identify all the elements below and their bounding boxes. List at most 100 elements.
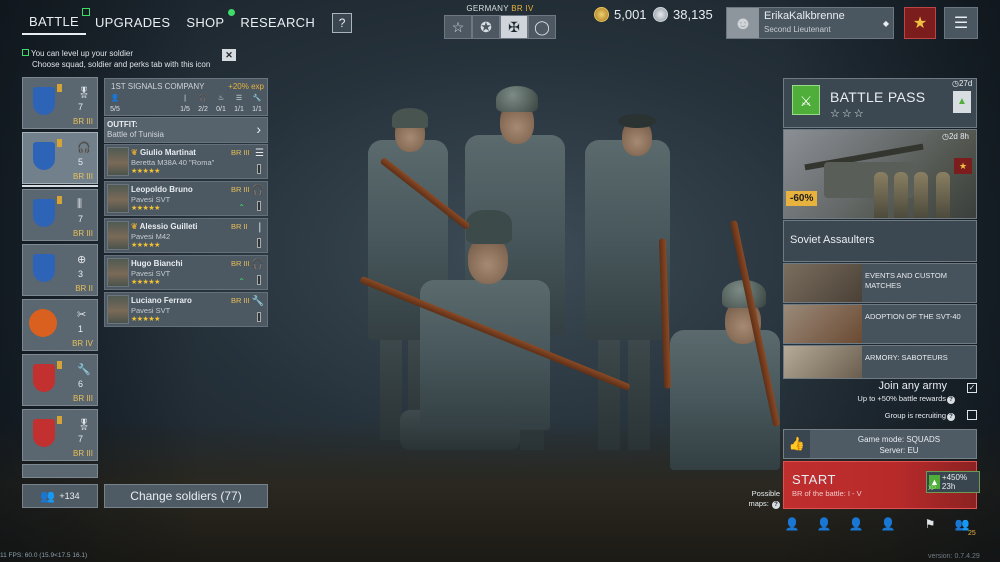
squad-card-5[interactable]: ✂ 1 BR IV (22, 299, 98, 351)
campaign-switcher: GERMANY BR IV ☆ ✪ ✠ ◯ (444, 4, 556, 39)
group-recruiting-checkbox[interactable] (967, 410, 977, 420)
thumbs-up-icon[interactable]: 👍 (784, 430, 810, 458)
soldier-row[interactable]: ❦ Giulio Martinat Beretta M38A 40 "Roma"… (104, 144, 268, 179)
level-up-arrow-icon: ⌃ (238, 203, 245, 212)
squad-card-4[interactable]: ⊕ 3 BR II (22, 244, 98, 296)
add-friend-icon[interactable]: 👤 (783, 517, 801, 533)
star-outline-icon[interactable]: ☆ (444, 15, 472, 39)
rank-badge-icon[interactable]: ★ (904, 7, 936, 39)
change-soldiers-button[interactable]: Change soldiers (77) (104, 484, 268, 508)
add-soldier-button[interactable]: 👥 +134 (22, 484, 98, 508)
news-thumbnail (784, 346, 862, 378)
medal-icon (57, 139, 62, 147)
silver-currency[interactable]: 38,135 (653, 7, 713, 22)
offer-banner[interactable]: -60% ★ (783, 129, 977, 219)
tab-research[interactable]: RESEARCH (233, 11, 322, 34)
chevron-right-icon: › (256, 121, 261, 137)
fire-icon: ♨ (217, 95, 225, 102)
battle-pass-title: BATTLE PASS (830, 89, 926, 105)
squad-divider (22, 185, 98, 187)
add-friend-icon[interactable]: 👤 (815, 517, 833, 533)
headset-icon: 🎧 (251, 185, 264, 196)
banner-art (936, 172, 950, 218)
soldier-row[interactable]: Hugo Bianchi Pavesi SVT ★★★★★ BR III 🎧 ⌃ (104, 255, 268, 290)
squad-emblem-icon (33, 87, 55, 115)
battle-br-label: BR of the battle: I - V (792, 489, 862, 498)
news-item[interactable]: EVENTS AND CUSTOM MATCHES (783, 263, 977, 303)
soldier-portrait (107, 295, 129, 324)
iron-cross-icon[interactable]: ✠ (500, 15, 528, 39)
squad-count: 6 (78, 379, 84, 389)
help-button[interactable]: ? (332, 12, 353, 33)
offer-name[interactable]: Soviet Assaulters (783, 220, 977, 262)
player-name: ErikaKalkbrenne (764, 10, 845, 22)
medal-icon (57, 416, 62, 424)
battle-pass-timer: ◷27d (952, 79, 973, 88)
bullet-icon: ❘ (255, 222, 264, 233)
soldier-row[interactable]: Luciano Ferraro Pavesi SVT ★★★★★ BR III … (104, 292, 268, 327)
stat-wrench: 🔧 1/1 (247, 93, 267, 115)
flag-icon[interactable]: ⚑ (921, 517, 939, 533)
squad-emblem-icon (33, 419, 55, 447)
outfit-selector[interactable]: OUTFIT: Battle of Tunisia › (104, 117, 268, 143)
soldier-portrait (107, 258, 129, 287)
nation-br: BR IV (511, 4, 534, 13)
help-icon[interactable]: ? (947, 413, 955, 421)
list-icon: ☰ (235, 95, 243, 102)
game-mode-panel[interactable]: 👍 Game mode: SQUADS Server: EU (783, 429, 977, 459)
squad-card-2[interactable]: 🎧 5 BR III (22, 132, 98, 184)
squad-card-1[interactable]: 🎖 7 BR III (22, 77, 98, 129)
wrench-icon: 🔧 (77, 364, 91, 376)
star-circle-icon[interactable]: ✪ (472, 15, 500, 39)
battle-pass-stars: ☆☆☆ (830, 108, 866, 120)
tab-battle[interactable]: BATTLE (22, 8, 90, 35)
menu-button[interactable]: ☰ (944, 7, 978, 39)
game-mode-label: Game mode: SQUADS (857, 435, 941, 444)
squad-count: 7 (78, 434, 84, 444)
clock-icon: ◷ (942, 132, 949, 141)
profile-button[interactable]: ☻ ErikaKalkbrenne Second Lieutenant ◆ (726, 7, 894, 39)
squad-card-partial[interactable] (22, 464, 98, 478)
squad-emblem-icon (33, 199, 55, 227)
soldier-portrait (107, 147, 129, 176)
join-any-army-checkbox[interactable]: ✓ (967, 383, 977, 393)
soldier-row[interactable]: Leopoldo Bruno Pavesi SVT ★★★★★ BR III 🎧… (104, 181, 268, 216)
squad-card-3[interactable]: ⫼ 7 BR III (22, 189, 98, 241)
discount-badge: -60% (786, 191, 818, 206)
rank-diamond-icon: ◆ (882, 18, 890, 28)
add-friend-icon[interactable]: 👤 (879, 517, 897, 533)
battle-pass-card[interactable]: ⚔ BATTLE PASS ☆☆☆ ▲ (783, 78, 977, 128)
ring-icon[interactable]: ◯ (528, 15, 556, 39)
level-bar (257, 164, 261, 174)
tab-shop[interactable]: SHOP (179, 9, 236, 34)
squad-card-7[interactable]: 🎖 7 BR III (22, 409, 98, 461)
debug-info: 11 FPS: 60.0 (15.9<17.5 16.1) (0, 552, 88, 559)
soldier-row[interactable]: ❦ Alessio Guilleti Pavesi M42 ★★★★★ BR I… (104, 218, 268, 253)
soldiers-group-icon: 👥 (40, 489, 56, 503)
squad-emblem-icon (33, 254, 55, 282)
tab-upgrades[interactable]: UPGRADES (88, 11, 177, 34)
hint-close-button[interactable]: ✕ (222, 49, 236, 61)
squad-count: 7 (78, 214, 84, 224)
offer-timer: ◷2d 8h (942, 132, 970, 141)
possible-maps-label[interactable]: Possible maps: ? (744, 489, 780, 509)
stat-bullet: ❘ 1/5 (175, 93, 195, 115)
rating-stars: ★★★★★ (131, 316, 160, 323)
gold-currency[interactable]: 5,001 (594, 7, 647, 22)
clock-icon: ◷ (952, 79, 959, 88)
join-any-army-label: Join any army (878, 380, 947, 392)
add-friend-icon[interactable]: 👤 (847, 517, 865, 533)
wrench-icon: 🔧 (252, 95, 262, 102)
hint-square-icon (22, 49, 29, 56)
squad-card-6[interactable]: 🔧 6 BR III (22, 354, 98, 406)
nation-label: GERMANY (466, 4, 509, 13)
version-label: version: 0.7.4.29 (928, 553, 980, 560)
battle-pass-reward-icon: ▲ (953, 91, 971, 113)
headset-icon: 🎧 (251, 259, 264, 270)
gold-coin-icon (594, 7, 609, 22)
help-icon[interactable]: ? (947, 396, 955, 404)
company-exp-bonus: +20% exp (228, 82, 264, 91)
group-count: 25 (968, 530, 976, 537)
news-item[interactable]: ARMORY: SABOTEURS (783, 345, 977, 379)
news-item[interactable]: ADOPTION OF THE SVT-40 (783, 304, 977, 344)
